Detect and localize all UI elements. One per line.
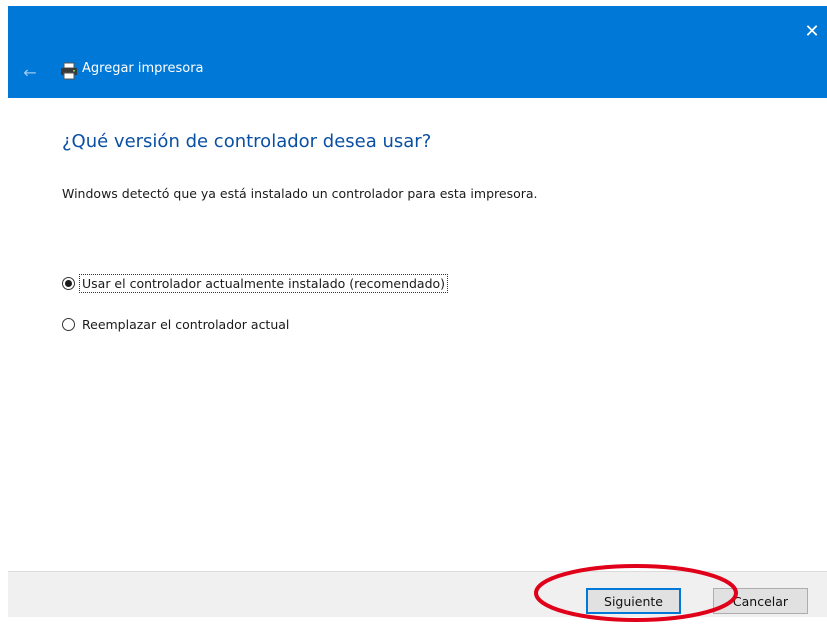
page-heading: ¿Qué versión de controlador desea usar? [62,131,432,152]
option-replace-driver-label[interactable]: Reemplazar el controlador actual [81,317,290,332]
cancel-button[interactable]: Cancelar [713,588,808,614]
radio-dot [65,280,72,287]
window-title: Agregar impresora [82,61,204,76]
page-description: Windows detectó que ya está instalado un… [62,186,538,201]
option-keep-driver-label[interactable]: Usar el controlador actualmente instalad… [78,274,449,293]
option-keep-driver[interactable]: Usar el controlador actualmente instalad… [62,274,449,293]
printer-icon [61,62,77,80]
next-button[interactable]: Siguiente [586,588,681,614]
radio-button-selected[interactable] [62,277,75,290]
add-printer-window: ✕ ← Agregar impresora ¿Qué versión de co… [8,6,827,617]
option-replace-driver[interactable]: Reemplazar el controlador actual [62,317,290,332]
title-bar: ✕ ← Agregar impresora [8,6,827,98]
close-icon[interactable]: ✕ [797,16,827,46]
back-arrow-icon[interactable]: ← [18,60,42,84]
dialog-footer: Siguiente Cancelar [8,571,827,617]
radio-button[interactable] [62,318,75,331]
